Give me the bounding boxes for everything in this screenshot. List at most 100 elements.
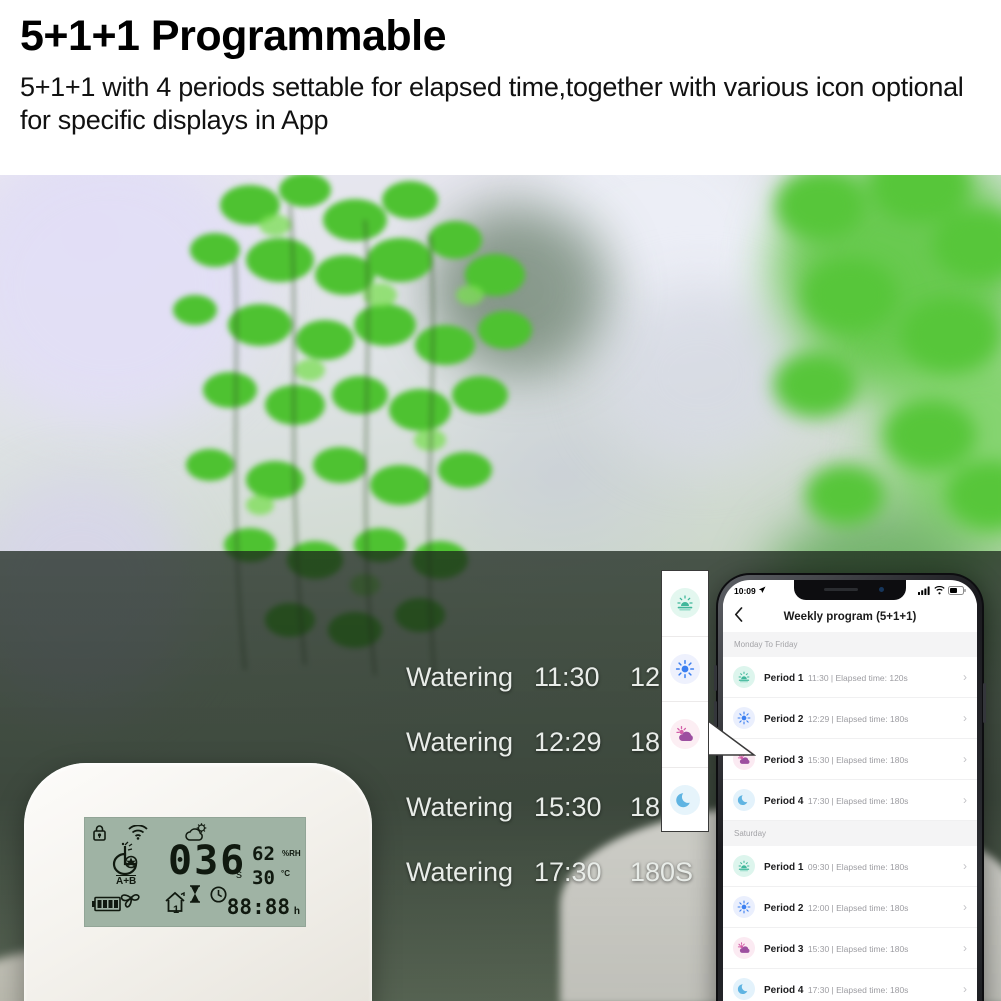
list-item-texts: Period 4 17:30 | Elapsed time: 180s	[764, 791, 963, 809]
page-title: 5+1+1 Programmable	[20, 12, 447, 60]
list-item[interactable]: Period 4 17:30 | Elapsed time: 180s ›	[723, 780, 977, 821]
list-item-texts: Period 3 15:30 | Elapsed time: 180s	[764, 750, 963, 768]
period-meta: 17:30 | Elapsed time: 180s	[807, 796, 909, 806]
front-camera	[879, 587, 884, 592]
sunrise-icon	[733, 855, 755, 877]
location-arrow-icon	[758, 586, 766, 596]
zone-label: A+B	[116, 875, 137, 887]
callout-cell-sunrise	[662, 571, 708, 637]
humidity-unit: %RH	[282, 849, 301, 858]
temperature-unit: °C	[281, 869, 290, 878]
list-item-texts: Period 1 09:30 | Elapsed time: 180s	[764, 857, 963, 875]
list-item-texts: Period 1 11:30 | Elapsed time: 120s	[764, 668, 963, 686]
sunrise-icon	[733, 666, 755, 688]
lcd-main-value: 036	[168, 838, 247, 884]
battery-icon	[948, 585, 966, 597]
hourglass-icon	[188, 885, 202, 908]
chevron-right-icon: ›	[963, 900, 967, 914]
status-bar-left: 10:09	[734, 586, 766, 596]
foliage-illustration-right	[773, 175, 1001, 529]
signal-bars-icon	[918, 586, 931, 597]
period-name: Period 1	[764, 673, 804, 684]
list-item[interactable]: Period 2 12:00 | Elapsed time: 180s ›	[723, 887, 977, 928]
watering-time: 17:30	[534, 857, 602, 887]
lcd-time-value: 88:88	[226, 895, 290, 919]
period-name: Period 3	[764, 755, 804, 766]
period-meta: 15:30 | Elapsed time: 180s	[807, 944, 909, 954]
chevron-right-icon: ›	[963, 793, 967, 807]
battery-icon	[92, 896, 122, 917]
program-list[interactable]: Monday To Friday Period 1 11:30 | Elapse…	[723, 632, 977, 1001]
watering-label: Watering	[406, 857, 514, 887]
watering-time: 15:30	[534, 792, 602, 822]
list-item-texts: Period 2 12:29 | Elapsed time: 180s	[764, 709, 963, 727]
period-meta: 11:30 | Elapsed time: 120s	[807, 673, 908, 683]
page-header: 5+1+1 Programmable 5+1+1 with 4 periods …	[0, 0, 1001, 175]
list-item[interactable]: Period 1 09:30 | Elapsed time: 180s ›	[723, 846, 977, 887]
watering-row: Watering 17:30 180S	[406, 840, 706, 905]
callout-cell-moon	[662, 768, 708, 834]
callout-cell-cloud-sun	[662, 702, 708, 768]
phone-mockup: 10:09 Weekly program (5+1+1) Monday To F…	[714, 573, 986, 1001]
icon-callout-panel	[661, 570, 709, 832]
watering-time: 11:30	[534, 662, 600, 692]
chevron-right-icon: ›	[963, 941, 967, 955]
list-item[interactable]: Period 3 15:30 | Elapsed time: 180s ›	[723, 928, 977, 969]
period-name: Period 4	[764, 796, 804, 807]
lock-icon	[92, 824, 107, 846]
lcd-main-unit: s	[236, 867, 242, 881]
cloud-sun-icon	[733, 937, 755, 959]
period-meta: 15:30 | Elapsed time: 180s	[807, 755, 909, 765]
chevron-right-icon: ›	[963, 711, 967, 725]
thermostat-device: A+B 1 036 s 62 %RH 30 °C 88:88 h	[24, 763, 372, 1001]
period-name: Period 4	[764, 985, 804, 996]
watering-duration: 180S	[630, 857, 694, 887]
callout-cell-sun	[662, 637, 708, 702]
app-nav-bar: Weekly program (5+1+1)	[723, 602, 977, 632]
period-name: Period 2	[764, 903, 804, 914]
sun-icon	[733, 896, 755, 918]
period-meta: 12:00 | Elapsed time: 180s	[807, 903, 909, 913]
lcd-display: A+B 1 036 s 62 %RH 30 °C 88:88 h	[84, 817, 306, 927]
period-name: Period 1	[764, 862, 804, 873]
status-bar-right	[918, 585, 966, 597]
back-button[interactable]	[734, 607, 743, 627]
period-name: Period 2	[764, 714, 804, 725]
list-item[interactable]: Period 2 12:29 | Elapsed time: 180s ›	[723, 698, 977, 739]
lcd-time-unit: h	[293, 906, 300, 917]
phone-screen: 10:09 Weekly program (5+1+1) Monday To F…	[723, 580, 977, 1001]
chevron-right-icon: ›	[963, 982, 967, 996]
period-meta: 12:29 | Elapsed time: 180s	[807, 714, 909, 724]
page-subtitle: 5+1+1 with 4 periods settable for elapse…	[20, 72, 964, 136]
chevron-right-icon: ›	[963, 859, 967, 873]
phone-volume-up-button[interactable]	[714, 665, 717, 691]
humidity-value: 62	[252, 843, 275, 865]
list-item-texts: Period 2 12:00 | Elapsed time: 180s	[764, 898, 963, 916]
earpiece-speaker	[824, 588, 858, 591]
period-name: Period 3	[764, 944, 804, 955]
list-item-texts: Period 3 15:30 | Elapsed time: 180s	[764, 939, 963, 957]
house-number: 1	[173, 904, 180, 916]
product-photo-stage: A+B 1 036 s 62 %RH 30 °C 88:88 h Waterin…	[0, 175, 1001, 1001]
chevron-right-icon: ›	[963, 752, 967, 766]
watering-label: Watering	[406, 792, 514, 822]
phone-power-button[interactable]	[983, 683, 986, 723]
watering-label: Watering	[406, 727, 514, 757]
phone-notch	[794, 580, 906, 600]
list-item-texts: Period 4 17:30 | Elapsed time: 180s	[764, 980, 963, 998]
list-item[interactable]: Period 4 17:30 | Elapsed time: 180s ›	[723, 969, 977, 1001]
status-time: 10:09	[734, 586, 756, 596]
sun-icon	[670, 653, 700, 684]
section-header-saturday: Saturday	[723, 821, 977, 846]
moon-icon	[733, 789, 755, 811]
list-item[interactable]: Period 1 11:30 | Elapsed time: 120s ›	[723, 657, 977, 698]
period-meta: 09:30 | Elapsed time: 180s	[807, 862, 909, 872]
page-title: Weekly program (5+1+1)	[783, 611, 917, 623]
temperature-value: 30	[252, 867, 275, 889]
watering-label: Watering	[406, 662, 514, 692]
chevron-right-icon: ›	[963, 670, 967, 684]
moon-icon	[733, 978, 755, 1000]
wifi-icon	[934, 585, 945, 597]
clock-icon	[210, 886, 227, 908]
list-item[interactable]: Period 3 15:30 | Elapsed time: 180s ›	[723, 739, 977, 780]
